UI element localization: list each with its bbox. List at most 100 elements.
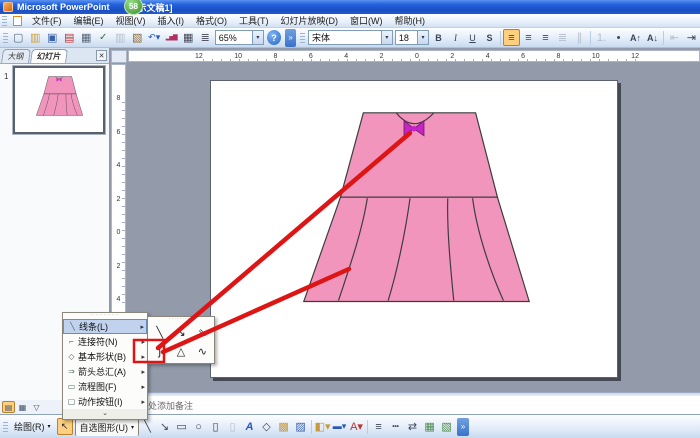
freeform-tool[interactable]: △: [170, 342, 191, 361]
slideshow-view-button[interactable]: ▽: [30, 401, 43, 413]
select-objects-button[interactable]: ↖: [56, 418, 73, 435]
text-direction-button[interactable]: ∥: [571, 29, 588, 46]
insert-table-icon[interactable]: ▦: [180, 29, 197, 46]
copy-icon[interactable]: ▥: [112, 29, 129, 46]
double-arrow-tool[interactable]: ⇘: [192, 323, 213, 342]
decrease-font-button[interactable]: A↓: [644, 29, 661, 46]
menu-item-connectors[interactable]: ⌐ 连接符(N) ▸: [63, 334, 147, 349]
zoom-combo[interactable]: 65% ▾: [214, 30, 264, 45]
dress-drawing: [302, 112, 531, 303]
diagram-tool-button[interactable]: ◇: [258, 418, 275, 435]
thumb-skirt: [35, 93, 84, 116]
menu-tools[interactable]: 工具(T): [233, 13, 275, 28]
print-icon[interactable]: ▦: [78, 29, 95, 46]
dash-style-button[interactable]: ┅: [387, 418, 404, 435]
distribute-button[interactable]: ≣: [554, 29, 571, 46]
align-center-button[interactable]: ≡: [520, 29, 537, 46]
menu-window[interactable]: 窗口(W): [344, 13, 389, 28]
scribble-tool[interactable]: ∿: [192, 342, 213, 361]
submenu-arrow-icon: ▸: [140, 323, 144, 331]
submenu-arrow-icon: ▸: [141, 368, 145, 376]
toolbar-options-button[interactable]: »: [284, 28, 297, 47]
permission-icon[interactable]: ▤: [61, 29, 78, 46]
menu-item-action-buttons[interactable]: ▢ 动作按钮(I) ▸: [63, 394, 147, 409]
undo-icon[interactable]: ↶▾: [146, 29, 163, 46]
threed-style-button[interactable]: ▧: [438, 418, 455, 435]
font-color-button[interactable]: A▾: [348, 418, 365, 435]
line-style-button[interactable]: ≡: [370, 418, 387, 435]
menu-item-icon: ⇒: [68, 367, 75, 376]
font-size-combo[interactable]: 18 ▾: [394, 30, 430, 45]
menu-view[interactable]: 视图(V): [110, 13, 152, 28]
menu-file[interactable]: 文件(F): [26, 13, 68, 28]
align-right-button[interactable]: ≡: [537, 29, 554, 46]
line-tool-button[interactable]: ╲: [139, 418, 156, 435]
save-icon[interactable]: ▣: [44, 29, 61, 46]
fill-color-button[interactable]: ◧▾: [314, 418, 331, 435]
spelling-icon[interactable]: ✓: [95, 29, 112, 46]
decrease-indent-button[interactable]: ⇤: [666, 29, 683, 46]
clipart-tool-button[interactable]: ▩: [275, 418, 292, 435]
new-file-icon[interactable]: ▢: [10, 29, 27, 46]
vertical-textbox-tool-button[interactable]: ▯: [224, 418, 241, 435]
bold-button[interactable]: B: [430, 29, 447, 46]
arrow-style-button[interactable]: ⇄: [404, 418, 421, 435]
menu-expand-button[interactable]: ⌄: [63, 409, 147, 419]
chevron-down-icon[interactable]: ▾: [251, 31, 263, 44]
italic-button[interactable]: I: [447, 29, 464, 46]
menu-item-label: 箭头总汇(A): [78, 367, 126, 377]
bullets-button[interactable]: •: [610, 29, 627, 46]
wordart-tool-button[interactable]: A: [241, 418, 258, 435]
menu-item-label: 动作按钮(I): [78, 397, 123, 407]
ruler-number: 4: [485, 53, 490, 60]
separator: [500, 30, 502, 45]
shadow-style-button[interactable]: ▦: [421, 418, 438, 435]
rectangle-tool-button[interactable]: ▭: [173, 418, 190, 435]
menu-edit[interactable]: 编辑(E): [68, 13, 110, 28]
menu-item-lines[interactable]: ╲ 线条(L) ▸: [63, 319, 147, 334]
autoshapes-menu-button[interactable]: 自选图形(U) ▾: [74, 417, 140, 436]
increase-font-button[interactable]: A↑: [627, 29, 644, 46]
menu-item-flowchart[interactable]: ▭ 流程图(F) ▸: [63, 379, 147, 394]
underline-button[interactable]: U: [464, 29, 481, 46]
normal-view-button[interactable]: ▤: [2, 401, 15, 413]
draw-menu-button[interactable]: 绘图(R) ▾: [10, 418, 55, 436]
slide-thumbnail[interactable]: [12, 65, 106, 135]
increase-indent-button[interactable]: ⇥: [683, 29, 700, 46]
line-color-button[interactable]: ▬▾: [331, 418, 348, 435]
gridlines-icon[interactable]: ≣: [197, 29, 214, 46]
insert-chart-icon[interactable]: ▂▅▇: [163, 29, 180, 46]
ruler-number: 12: [631, 53, 639, 60]
slide-sorter-view-button[interactable]: ▦: [16, 401, 29, 413]
chevron-down-icon[interactable]: ▾: [380, 31, 392, 44]
arrow-tool-button[interactable]: ↘: [156, 418, 173, 435]
toolbar-options-button[interactable]: »: [457, 417, 470, 436]
autoshapes-popup-menu: ··········· ╲ 线条(L) ▸ ⌐ 连接符(N) ▸ ◇ 基本形状(…: [62, 312, 148, 420]
picture-tool-button[interactable]: ▨: [292, 418, 309, 435]
notes-pane[interactable]: 处添加备注: [110, 396, 700, 414]
oval-tool-button[interactable]: ○: [190, 418, 207, 435]
help-button[interactable]: ?: [266, 30, 281, 45]
arrow-tool[interactable]: ↘: [170, 323, 191, 342]
menu-format[interactable]: 格式(O): [190, 13, 233, 28]
text-shadow-button[interactable]: S: [481, 29, 498, 46]
chevron-down-icon[interactable]: ▾: [417, 31, 429, 44]
close-icon[interactable]: ✕: [96, 50, 107, 61]
line-tool[interactable]: ╲: [149, 323, 170, 342]
open-folder-icon[interactable]: ▥: [27, 29, 44, 46]
textbox-tool-button[interactable]: ▯: [207, 418, 224, 435]
paste-icon[interactable]: ▧: [129, 29, 146, 46]
slide-canvas[interactable]: [210, 80, 618, 378]
menu-item-basic-shapes[interactable]: ◇ 基本形状(B) ▸: [63, 349, 147, 364]
tab-outline[interactable]: 大纲: [1, 49, 31, 63]
menu-help[interactable]: 帮助(H): [389, 13, 432, 28]
tab-slides[interactable]: 幻灯片: [30, 49, 68, 63]
thumbnail-dress: [35, 75, 84, 116]
numbering-button[interactable]: 1.: [593, 29, 610, 46]
font-name-combo[interactable]: 宋体 ▾: [307, 30, 393, 45]
menu-insert[interactable]: 插入(I): [152, 13, 191, 28]
menu-item-block-arrows[interactable]: ⇒ 箭头总汇(A) ▸: [63, 364, 147, 379]
menu-slideshow[interactable]: 幻灯片放映(D): [275, 13, 345, 28]
align-left-button[interactable]: ≡: [503, 29, 521, 46]
curve-tool[interactable]: ʃ: [149, 342, 170, 361]
